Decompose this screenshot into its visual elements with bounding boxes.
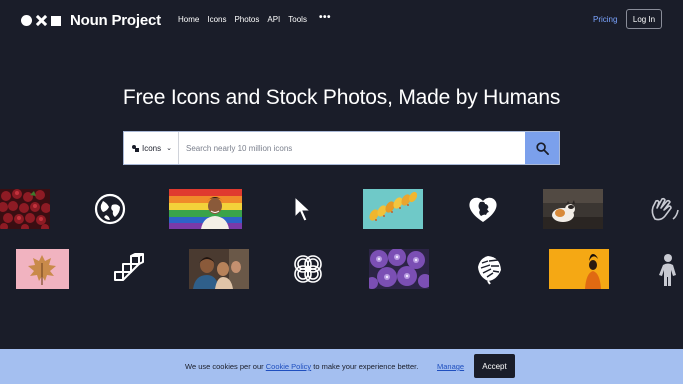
nav-api[interactable]: API: [267, 15, 280, 24]
strawberries-photo[interactable]: [0, 189, 50, 229]
person-icon[interactable]: [653, 252, 683, 288]
main-nav: Home Icons Photos API Tools •••: [178, 12, 331, 24]
nav-tools[interactable]: Tools: [288, 15, 307, 24]
yellow-leaves-photo[interactable]: [363, 189, 423, 229]
rainbow-flag-portrait-photo[interactable]: [169, 189, 242, 229]
logo-mark-icon: [21, 15, 61, 26]
pricing-link[interactable]: Pricing: [593, 15, 617, 24]
top-navigation: Noun Project Home Icons Photos API Tools…: [0, 0, 683, 38]
monstera-leaf-icon[interactable]: [472, 252, 506, 286]
search-bar: Icons ⌄: [123, 131, 560, 165]
cat-photo[interactable]: [543, 189, 603, 229]
logo-circle-shape: [21, 15, 32, 26]
nav-photos[interactable]: Photos: [234, 15, 259, 24]
family-photo[interactable]: [189, 249, 249, 289]
cookie-message: We use cookies per our Cookie Policy to …: [185, 362, 418, 371]
cookie-banner: We use cookies per our Cookie Policy to …: [0, 349, 683, 384]
cookie-text-after: to make your experience better.: [311, 362, 419, 371]
icons-type-icon: [132, 144, 139, 152]
hero-headline: Free Icons and Stock Photos, Made by Hum…: [122, 86, 561, 109]
more-menu-icon[interactable]: •••: [319, 12, 331, 24]
nav-icons[interactable]: Icons: [207, 15, 226, 24]
search-input[interactable]: [179, 132, 525, 164]
globe-icon[interactable]: [93, 192, 127, 226]
heart-face-icon[interactable]: [466, 192, 500, 226]
nav-home[interactable]: Home: [178, 15, 199, 24]
purple-flowers-photo[interactable]: [369, 249, 429, 289]
yellow-portrait-photo[interactable]: [549, 249, 609, 289]
autumn-leaf-photo[interactable]: [16, 249, 69, 289]
search-icon: [535, 141, 549, 155]
chevron-down-icon: ⌄: [166, 145, 172, 152]
cubes-icon[interactable]: [112, 252, 146, 286]
logo[interactable]: Noun Project: [21, 12, 161, 29]
search-type-dropdown[interactable]: Icons ⌄: [124, 132, 179, 164]
logo-x-shape: [36, 15, 47, 26]
search-button[interactable]: [525, 132, 559, 164]
search-type-label: Icons: [142, 143, 162, 153]
accept-cookies-button[interactable]: Accept: [474, 354, 515, 378]
loop-knot-icon[interactable]: [291, 252, 325, 286]
cookie-policy-link[interactable]: Cookie Policy: [266, 362, 311, 371]
cursor-arrow-icon[interactable]: [289, 192, 315, 226]
cookie-text-before: We use cookies per our: [185, 362, 266, 371]
brand-name: Noun Project: [70, 12, 161, 29]
hands-icon[interactable]: [645, 192, 683, 226]
logo-square-shape: [51, 15, 61, 26]
manage-cookies-link[interactable]: Manage: [437, 362, 464, 371]
login-button[interactable]: Log In: [626, 9, 662, 29]
